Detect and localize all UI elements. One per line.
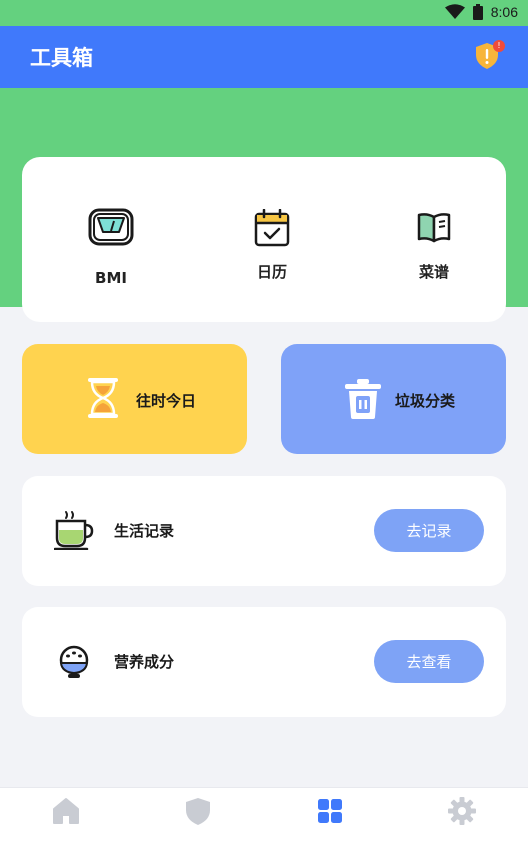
- tool-recipe[interactable]: 菜谱: [400, 211, 468, 282]
- tool-label: 菜谱: [418, 263, 449, 281]
- rice-bowl-icon: [59, 645, 89, 678]
- status-icons: 8:06: [444, 4, 518, 20]
- book-icon: [417, 213, 451, 243]
- grid-icon: [318, 799, 342, 823]
- status-time: 8:06: [490, 4, 518, 20]
- notification-badge: !: [493, 40, 505, 52]
- nav-settings[interactable]: [447, 796, 477, 826]
- go-view-button[interactable]: 去查看: [374, 640, 484, 683]
- bottom-nav: [0, 787, 528, 842]
- nav-tools[interactable]: [315, 796, 345, 826]
- feature-label: 垃圾分类: [395, 392, 456, 410]
- list-card-life-record: 生活记录 去记录: [22, 476, 506, 586]
- battery-icon: [472, 4, 483, 20]
- nav-home[interactable]: [51, 796, 81, 826]
- status-bar: 8:06: [0, 0, 528, 26]
- tea-cup-icon: [54, 511, 94, 550]
- shield-icon: [186, 798, 210, 825]
- calendar-icon: [254, 209, 290, 247]
- feature-card-garbage[interactable]: 垃圾分类: [281, 344, 506, 454]
- home-icon: [53, 798, 79, 824]
- trash-icon: [345, 379, 381, 419]
- hourglass-icon: [88, 378, 118, 418]
- feature-label: 往时今日: [136, 392, 197, 410]
- tool-label: 日历: [256, 263, 287, 281]
- wifi-icon: [444, 4, 465, 19]
- go-record-button[interactable]: 去记录: [374, 509, 484, 552]
- list-card-nutrition: 营养成分 去查看: [22, 607, 506, 717]
- feature-card-history[interactable]: 往时今日: [22, 344, 247, 454]
- page-title: 工具箱: [30, 46, 93, 70]
- tools-card: BMI 日历 菜谱: [22, 157, 506, 322]
- app-bar: 工具箱: [0, 26, 528, 88]
- nav-shield[interactable]: [183, 796, 213, 826]
- tool-calendar[interactable]: 日历: [238, 209, 306, 282]
- gear-icon: [448, 797, 476, 825]
- tool-bmi[interactable]: BMI: [77, 207, 145, 287]
- tool-label: BMI: [95, 269, 127, 287]
- list-label: 营养成分: [114, 653, 175, 671]
- scale-icon: [88, 208, 134, 246]
- list-label: 生活记录: [114, 522, 175, 540]
